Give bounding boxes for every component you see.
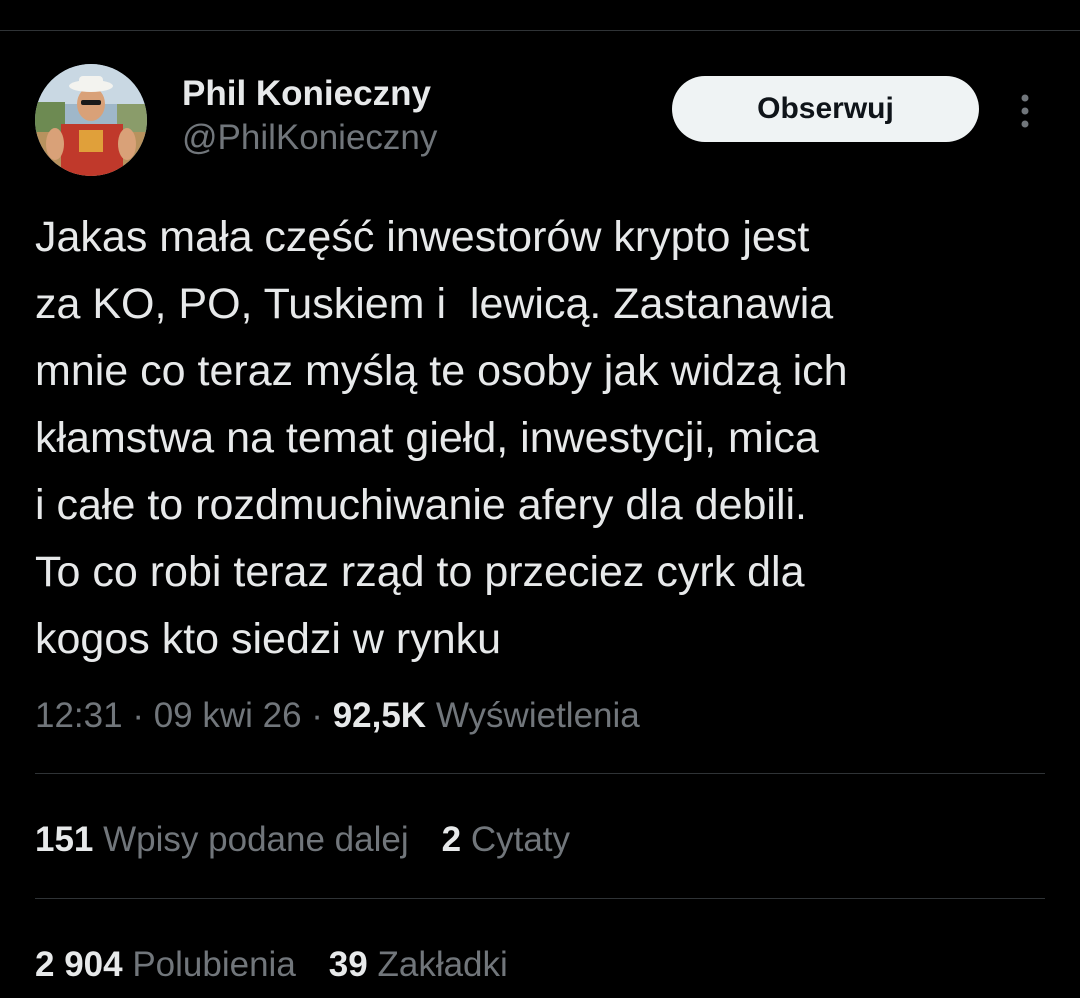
author-info: Phil Konieczny @PhilKonieczny [182, 72, 437, 160]
tweet-time[interactable]: 12:31 [35, 696, 123, 735]
quotes-count: 2 [441, 820, 462, 859]
more-options-button[interactable] [1005, 86, 1045, 136]
likes-label: Polubienia [132, 945, 296, 984]
bookmarks-label: Zakładki [377, 945, 508, 984]
likes-count: 2 904 [35, 945, 123, 984]
meta-separator: · [122, 696, 154, 735]
bookmarks-stat[interactable]: 39 Zakładki [329, 941, 508, 989]
meta-separator: · [301, 696, 333, 735]
reposts-label: Wpisy podane dalej [103, 820, 409, 859]
avatar-image [35, 64, 147, 176]
tweet-header: Phil Konieczny @PhilKonieczny Obserwuj [35, 64, 1045, 176]
reposts-count: 151 [35, 820, 94, 859]
divider [35, 898, 1045, 899]
tweet-meta: 12:31 · 09 kwi 26 · 92,5K Wyświetlenia [35, 692, 640, 740]
author-display-name[interactable]: Phil Konieczny [182, 72, 437, 116]
author-handle[interactable]: @PhilKonieczny [182, 116, 437, 160]
follow-button[interactable]: Obserwuj [672, 76, 979, 142]
tweet-text: Jakas mała część inwestorów krypto jest … [35, 213, 848, 663]
stats-row-shares: 151 Wpisy podane dalej 2 Cytaty [35, 816, 603, 864]
views-label: Wyświetlenia [435, 696, 640, 735]
views-count: 92,5K [332, 696, 427, 735]
stats-row-likes: 2 904 Polubienia 39 Zakładki [35, 941, 541, 989]
avatar[interactable] [35, 64, 147, 176]
divider [35, 773, 1045, 774]
quotes-stat[interactable]: 2 Cytaty [442, 816, 570, 864]
bookmarks-count: 39 [328, 945, 368, 984]
more-vertical-icon [1021, 94, 1029, 128]
likes-stat[interactable]: 2 904 Polubienia [35, 941, 296, 989]
top-divider [0, 30, 1080, 31]
reposts-stat[interactable]: 151 Wpisy podane dalej [35, 816, 409, 864]
quotes-label: Cytaty [470, 820, 571, 859]
tweet-date[interactable]: 09 kwi 26 [154, 696, 302, 735]
